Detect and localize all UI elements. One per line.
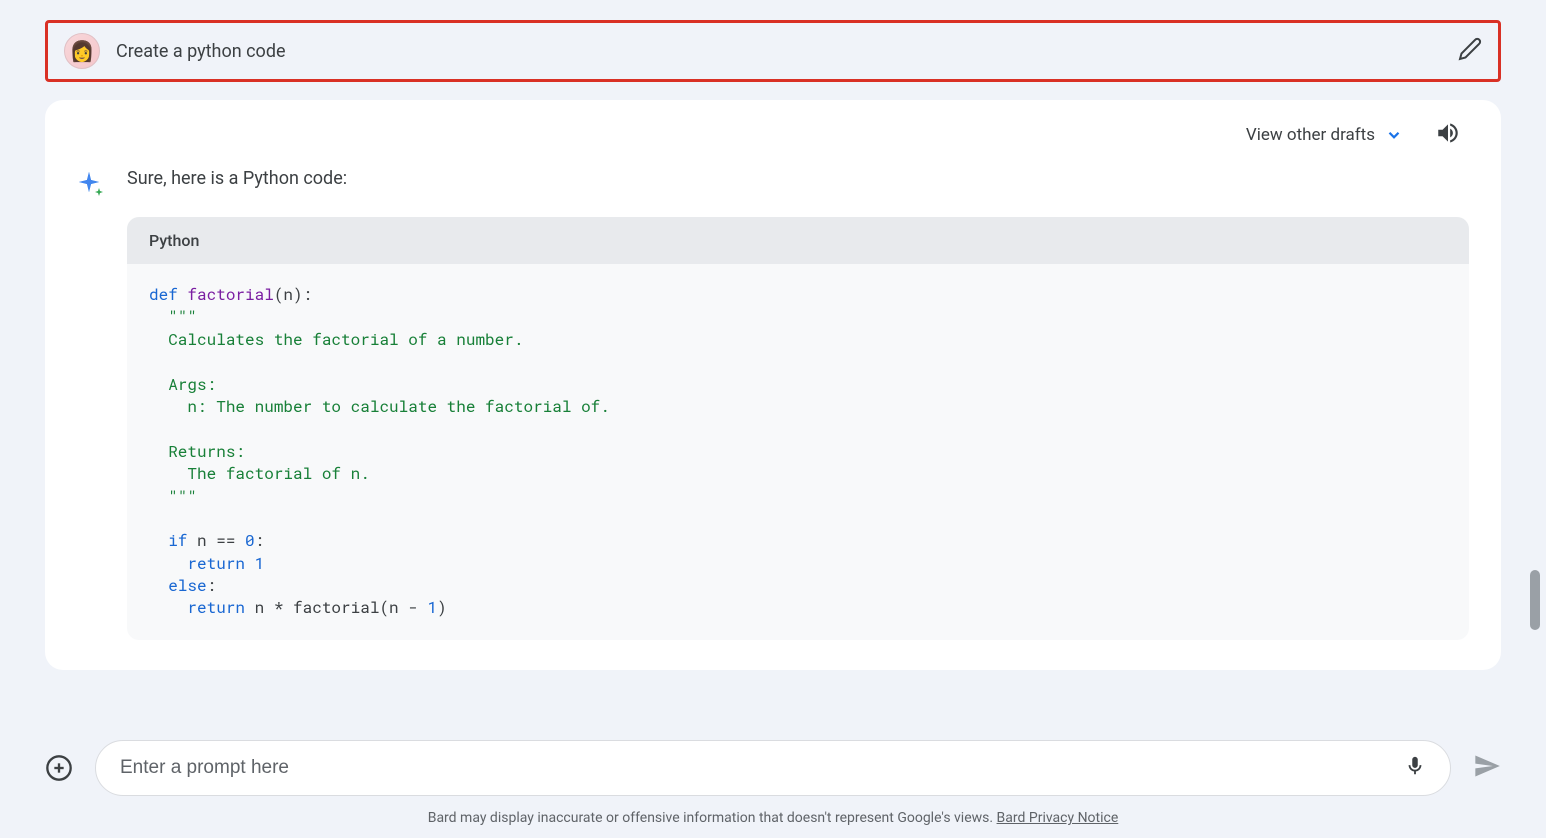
code-content: def factorial(n): """ Calculates the fac… xyxy=(127,264,1469,640)
disclaimer: Bard may display inaccurate or offensive… xyxy=(45,810,1501,826)
user-avatar: 👩 xyxy=(64,33,100,69)
prompt-input[interactable] xyxy=(120,757,1404,779)
plus-icon[interactable] xyxy=(45,754,73,782)
disclaimer-text: Bard may display inaccurate or offensive… xyxy=(428,810,997,826)
bottom-input-area: Bard may display inaccurate or offensive… xyxy=(0,722,1546,838)
response-intro-text: Sure, here is a Python code: xyxy=(127,168,1469,189)
user-prompt-text: Create a python code xyxy=(116,41,286,62)
speaker-icon[interactable] xyxy=(1435,120,1461,150)
view-drafts-button[interactable]: View other drafts xyxy=(1246,125,1403,145)
edit-icon[interactable] xyxy=(1458,37,1482,65)
view-drafts-label: View other drafts xyxy=(1246,125,1375,145)
bard-sparkle-icon xyxy=(77,170,105,198)
prompt-input-wrapper[interactable] xyxy=(95,740,1451,796)
microphone-icon[interactable] xyxy=(1404,755,1426,781)
privacy-notice-link[interactable]: Bard Privacy Notice xyxy=(997,810,1119,826)
chevron-down-icon xyxy=(1385,126,1403,144)
code-block: Python def factorial(n): """ Calculates … xyxy=(127,217,1469,640)
response-card: View other drafts xyxy=(45,100,1501,670)
code-language-label: Python xyxy=(127,217,1469,264)
scrollbar[interactable] xyxy=(1530,570,1540,630)
send-icon[interactable] xyxy=(1473,752,1501,784)
user-prompt-box: 👩 Create a python code xyxy=(45,20,1501,82)
